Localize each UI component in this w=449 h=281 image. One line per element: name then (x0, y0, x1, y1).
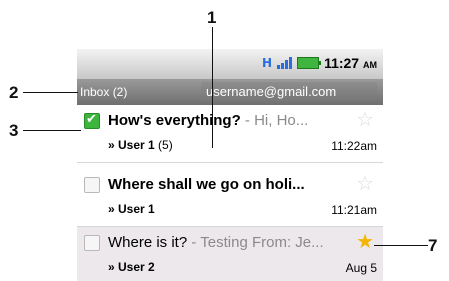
star-icon[interactable]: ☆ (356, 107, 374, 131)
message-time: 11:22am (331, 139, 377, 153)
account-label[interactable]: username@gmail.com (201, 82, 377, 101)
message-sender: » User 1 (5) (108, 138, 173, 152)
folder-label[interactable]: Inbox (2) (80, 85, 127, 99)
message-subject: How's everything? (108, 112, 241, 129)
callout-line-3 (23, 130, 81, 131)
star-icon[interactable]: ★ (356, 229, 374, 253)
status-bar: H 11:27 AM (77, 49, 383, 79)
star-icon[interactable]: ☆ (356, 171, 374, 195)
callout-line-2 (23, 92, 78, 93)
signal-icon (277, 57, 293, 69)
message-subject: Where is it? (108, 234, 188, 251)
callout-7: 7 (428, 236, 438, 255)
message-time: 11:21am (331, 203, 377, 217)
callout-3: 3 (9, 121, 19, 140)
callout-1: 1 (207, 8, 217, 27)
message-row[interactable]: How's everything? - Hi, Ho... » User 1 (… (77, 105, 383, 163)
inbox-header: Inbox (2) username@gmail.com (77, 79, 383, 105)
callout-2: 2 (9, 83, 19, 102)
status-clock: 11:27 AM (324, 55, 377, 71)
message-snippet: - Hi, Ho... (240, 112, 309, 129)
callout-line-7 (374, 245, 428, 246)
message-subject: Where shall we go on holi... (108, 176, 305, 193)
checkbox[interactable] (84, 235, 100, 251)
phone-screen: H 11:27 AM Inbox (2) username@gmail.com … (77, 49, 383, 281)
network-type-icon: H (262, 56, 273, 70)
checkbox[interactable] (84, 177, 100, 193)
message-row[interactable]: Where shall we go on holi... » User 1 11… (77, 169, 383, 227)
check-icon[interactable] (84, 112, 100, 129)
message-row[interactable]: Where is it? - Testing From: Je... » Use… (77, 227, 383, 281)
message-sender: » User 1 (108, 202, 155, 216)
message-time: Aug 5 (345, 261, 377, 275)
message-sender: » User 2 (108, 260, 155, 274)
battery-icon (297, 57, 322, 69)
callout-line-1 (212, 27, 213, 148)
message-snippet: - Testing From: Je... (187, 234, 324, 251)
